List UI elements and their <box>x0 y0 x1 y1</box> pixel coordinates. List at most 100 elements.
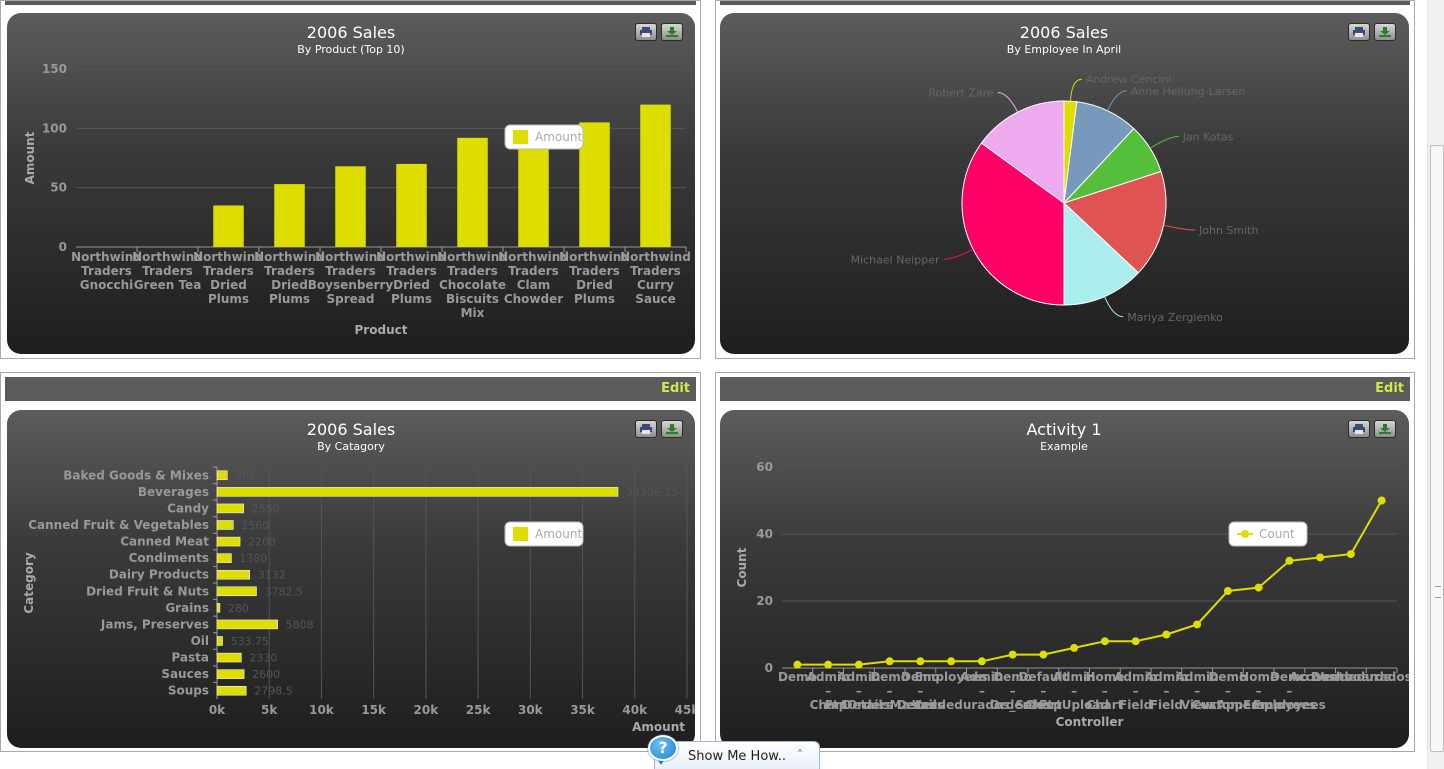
data-point <box>1039 650 1048 659</box>
pie-label: Robert Zare <box>928 87 994 100</box>
bar <box>216 586 257 597</box>
y-tick-label: Pasta <box>171 651 209 665</box>
y-tick-label: Candy <box>167 501 209 515</box>
x-tick-label: – <box>1102 684 1108 698</box>
edit-link[interactable]: Edit <box>1375 381 1404 396</box>
print-button[interactable] <box>1348 420 1370 438</box>
download-button[interactable] <box>661 23 683 41</box>
x-tick-label: Clam <box>517 278 551 292</box>
data-point <box>1070 643 1079 652</box>
bar <box>216 487 619 497</box>
bar <box>216 553 232 563</box>
y-axis-title: Category <box>22 552 36 614</box>
chart-title: 2006 Sales <box>307 23 395 42</box>
bar-value-label: 982 <box>235 469 256 482</box>
chevron-up-icon: ˄ <box>797 748 803 762</box>
print-button[interactable] <box>1348 23 1370 41</box>
x-tick-label: Traders <box>447 264 498 278</box>
x-tick-label: Vendedurados_User <box>1315 670 1409 685</box>
employee-chart-svg: 2006 SalesBy Employee In AprilAndrew Cen… <box>851 23 1259 324</box>
x-tick-label: – <box>856 684 862 698</box>
y-tick-label: Canned Meat <box>120 535 209 549</box>
bar <box>216 636 223 646</box>
x-tick-label: Dried <box>393 278 430 292</box>
print-button[interactable] <box>635 23 657 41</box>
help-icon[interactable]: ? <box>648 735 678 761</box>
data-point <box>1162 630 1171 639</box>
pie-label: Jan Kotas <box>1182 131 1234 144</box>
data-point <box>947 657 956 666</box>
x-tick-label: – <box>1010 684 1016 698</box>
bar <box>216 569 250 580</box>
bar-value-label: 3782.5 <box>265 585 304 598</box>
x-tick-label: Traders <box>508 264 559 278</box>
x-tick-label: – <box>1071 684 1077 698</box>
x-tick-label: – <box>1040 684 1046 698</box>
pie-connector <box>1106 90 1127 111</box>
download-button[interactable] <box>1374 420 1396 438</box>
x-tick-label: – <box>1256 684 1262 698</box>
data-point <box>1193 620 1202 629</box>
x-tick-label: Traders <box>630 264 681 278</box>
x-tick-label: Biscuits <box>446 292 499 306</box>
edit-link[interactable]: Edit <box>661 381 690 396</box>
print-icon <box>1353 27 1365 37</box>
bar <box>216 685 247 696</box>
chart-activity: Activity 1 Example 0 20 40 60 Count Demo Admin – C… <box>720 410 1409 748</box>
x-tick-label: 15k <box>361 703 387 717</box>
print-button[interactable] <box>635 420 657 438</box>
data-point <box>1316 553 1325 562</box>
print-icon <box>640 424 652 434</box>
pie-connector <box>943 248 974 260</box>
x-tick-label: Employees <box>1253 698 1326 712</box>
data-point <box>1223 586 1232 595</box>
legend-label: Count <box>1259 527 1295 541</box>
download-button[interactable] <box>1374 23 1396 41</box>
show-me-how-label: Show Me How.. <box>688 749 786 764</box>
x-tick-label: Plums <box>269 292 310 306</box>
bar-value-label: 2330 <box>249 652 277 665</box>
bar <box>335 166 366 247</box>
x-tick-label: Plums <box>391 292 432 306</box>
pie-connector <box>1069 78 1082 102</box>
x-tick-label: Green Tea <box>134 278 202 292</box>
download-icon <box>1379 424 1391 434</box>
vertical-scrollbar[interactable] <box>1427 0 1444 769</box>
x-tick-label: 40k <box>622 703 648 717</box>
bar-value-label: 2550 <box>252 502 280 515</box>
download-button[interactable] <box>661 420 683 438</box>
x-axis-title: Amount <box>632 720 685 734</box>
y-axis-title: Amount <box>23 131 37 184</box>
x-tick-label: – <box>917 684 923 698</box>
scrollbar-thumb[interactable] <box>1430 145 1444 752</box>
legend-marker <box>1241 530 1249 538</box>
x-tick-label: Northwind <box>620 250 691 264</box>
pie-connector <box>997 92 1019 113</box>
data-point <box>1346 550 1355 559</box>
y-tick-label: Dried Fruit & Nuts <box>86 584 209 598</box>
y-tick-label: 40 <box>756 527 773 541</box>
panel-activity: Edit Activity 1 Example 0 20 40 60 Count Demo Ad… <box>715 372 1415 752</box>
bar-value-label: 2798.5 <box>254 685 292 698</box>
data-point <box>1131 637 1140 646</box>
x-tick-label: 10k <box>309 703 335 717</box>
bar <box>216 619 278 630</box>
panel-header: Edit <box>720 377 1410 401</box>
y-tick-label: 50 <box>50 181 67 195</box>
x-axis-title: Product <box>355 323 408 337</box>
show-me-how-button[interactable]: Show Me How.. ˄ <box>654 741 820 769</box>
y-tick-label: Beverages <box>138 485 209 499</box>
x-tick-label: – <box>825 684 831 698</box>
x-tick-label: Traders <box>569 264 620 278</box>
x-tick-label: Plums <box>208 292 249 306</box>
pie-connector <box>1149 136 1179 149</box>
panel-header: Edit <box>5 377 696 401</box>
x-tick-label: Spread <box>327 292 375 306</box>
print-icon <box>1353 424 1365 434</box>
x-tick-label: Field <box>1150 698 1183 712</box>
data-point <box>1008 650 1017 659</box>
data-point <box>916 657 925 666</box>
x-tick-label: 25k <box>466 703 492 717</box>
bar-value-label: 38396.25 <box>626 486 679 499</box>
bar-value-label: 2208 <box>248 536 276 549</box>
